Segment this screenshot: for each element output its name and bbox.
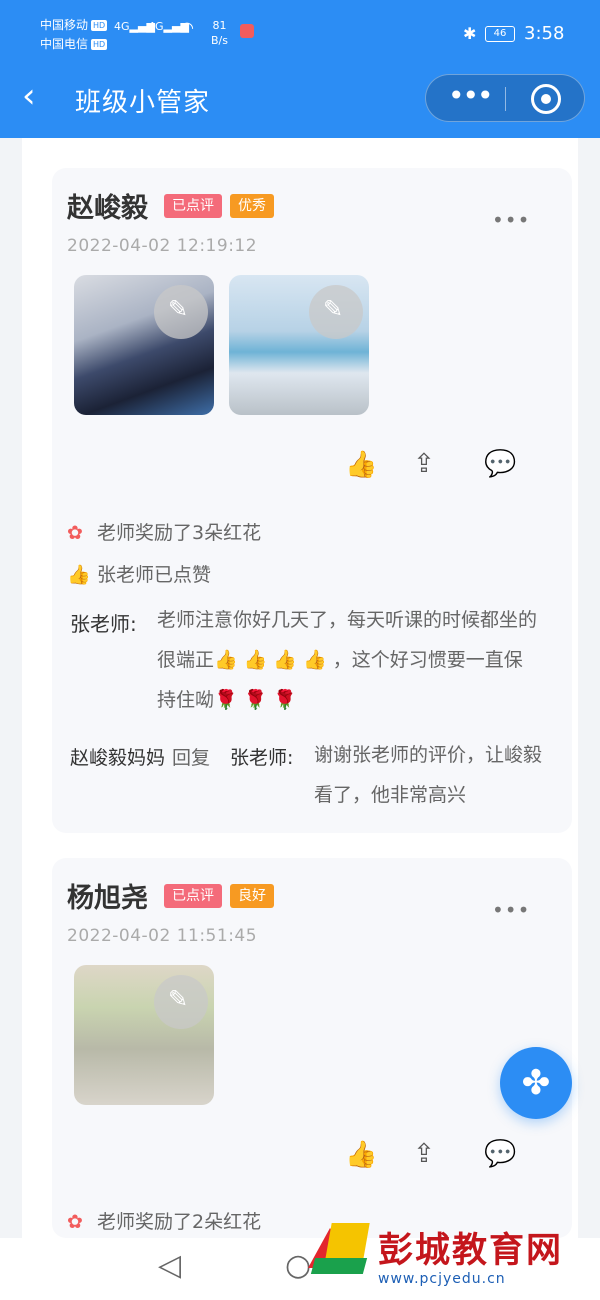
comment-icon: 💬 xyxy=(484,449,517,479)
four-leaf-menu-icon: ✤ xyxy=(521,1063,551,1103)
post-photo[interactable]: ✎ xyxy=(74,965,214,1105)
thumbs-up-icon: 👍 xyxy=(345,450,378,480)
watermark: 彭城教育网 www.pcjyedu.cn xyxy=(300,1218,595,1298)
wifi-icon: ◠ xyxy=(180,18,194,37)
triangle-back-icon: ◁ xyxy=(158,1248,182,1283)
post-menu-button[interactable]: ••• xyxy=(492,208,530,232)
pencil-icon[interactable]: ✎ xyxy=(309,285,363,339)
share-button[interactable]: ⇪ xyxy=(413,449,435,479)
thumbs-up-icon: 👍 xyxy=(345,1140,378,1170)
comment-author: 张老师: xyxy=(70,612,137,636)
status-tag-reviewed: 已点评 xyxy=(164,194,222,218)
reward-info: ✿ 老师奖励了2朵红花 xyxy=(67,1211,262,1233)
post-menu-button[interactable]: ••• xyxy=(492,898,530,922)
like-button[interactable]: 👍 xyxy=(345,1140,377,1170)
student-name: 杨旭尧 xyxy=(67,883,148,914)
status-bar: 中国移动 HD 中国电信 HD 4G▂▄▆ 4G▂▄▆ ◠ 81 B/s ✱ 46 3… xyxy=(0,0,600,62)
pencil-icon[interactable]: ✎ xyxy=(154,285,208,339)
student-name: 赵峻毅 xyxy=(67,193,148,224)
comment-icon: 💬 xyxy=(484,1139,517,1169)
page-title: 班级小管家 xyxy=(75,88,211,118)
app-notification-icon xyxy=(240,24,254,38)
flower-icon: ✿ xyxy=(67,1211,83,1233)
post-card: 杨旭尧 已点评 良好 2022-04-02 11:51:45 ••• ✎ 👍 ⇪… xyxy=(52,858,572,1238)
post-photo[interactable]: ✎ xyxy=(74,275,214,415)
system-back-button[interactable]: ◁ xyxy=(158,1248,181,1283)
capsule-divider xyxy=(505,87,506,111)
watermark-logo xyxy=(308,1218,370,1280)
post-timestamp: 2022-04-02 11:51:45 xyxy=(67,926,258,946)
chevron-left-icon: ‹ xyxy=(22,76,36,116)
like-info: 👍 张老师已点赞 xyxy=(67,564,212,586)
navigation-bar: ‹ 班级小管家 ••• xyxy=(0,62,600,138)
network-speed: 81 B/s xyxy=(211,19,228,47)
share-icon: ⇪ xyxy=(413,1139,435,1169)
post-card: 赵峻毅 已点评 优秀 2022-04-02 12:19:12 ••• ✎ ✎ 👍… xyxy=(52,168,572,833)
thumbs-up-icon: 👍 xyxy=(67,564,91,586)
battery-indicator: 46 xyxy=(485,26,515,42)
carrier-2: 中国电信 HD xyxy=(40,37,108,51)
grade-tag: 优秀 xyxy=(230,194,274,218)
bluetooth-icon: ✱ xyxy=(463,24,477,43)
reply-word: 回复 xyxy=(172,747,211,769)
more-options-button[interactable]: ••• xyxy=(448,79,494,113)
reply-text: 谢谢张老师的评价，让峻毅看了，他非常高兴 xyxy=(314,744,543,806)
comment-text: 老师注意你好几天了，每天听课的时候都坐的很端正👍 👍 👍 👍 ，这个好习惯要一直… xyxy=(157,609,538,711)
post-photo[interactable]: ✎ xyxy=(229,275,369,415)
clock: 3:58 xyxy=(524,23,565,44)
reward-info: ✿ 老师奖励了3朵红花 xyxy=(67,522,262,544)
carrier-1: 中国移动 HD xyxy=(40,18,108,32)
watermark-url: www.pcjyedu.cn xyxy=(378,1271,506,1287)
share-icon: ⇪ xyxy=(413,449,435,479)
reply-author: 赵峻毅妈妈 xyxy=(70,747,166,769)
comment-button[interactable]: 💬 xyxy=(484,449,516,479)
comment-button[interactable]: 💬 xyxy=(484,1139,516,1169)
mini-program-capsule: ••• xyxy=(425,74,585,122)
watermark-text: 彭城教育网 xyxy=(378,1231,564,1271)
feed: 赵峻毅 已点评 优秀 2022-04-02 12:19:12 ••• ✎ ✎ 👍… xyxy=(22,138,578,1238)
grade-tag: 良好 xyxy=(230,884,274,908)
floating-menu-button[interactable]: ✤ xyxy=(500,1047,572,1119)
like-button[interactable]: 👍 xyxy=(345,450,377,480)
flower-icon: ✿ xyxy=(67,522,83,544)
pencil-icon[interactable]: ✎ xyxy=(154,975,208,1029)
share-button[interactable]: ⇪ xyxy=(413,1139,435,1169)
close-miniprogram-button[interactable] xyxy=(531,84,561,114)
post-timestamp: 2022-04-02 12:19:12 xyxy=(67,236,258,256)
back-button[interactable]: ‹ xyxy=(22,76,36,116)
reply-target: 张老师: xyxy=(230,747,294,769)
status-tag-reviewed: 已点评 xyxy=(164,884,222,908)
